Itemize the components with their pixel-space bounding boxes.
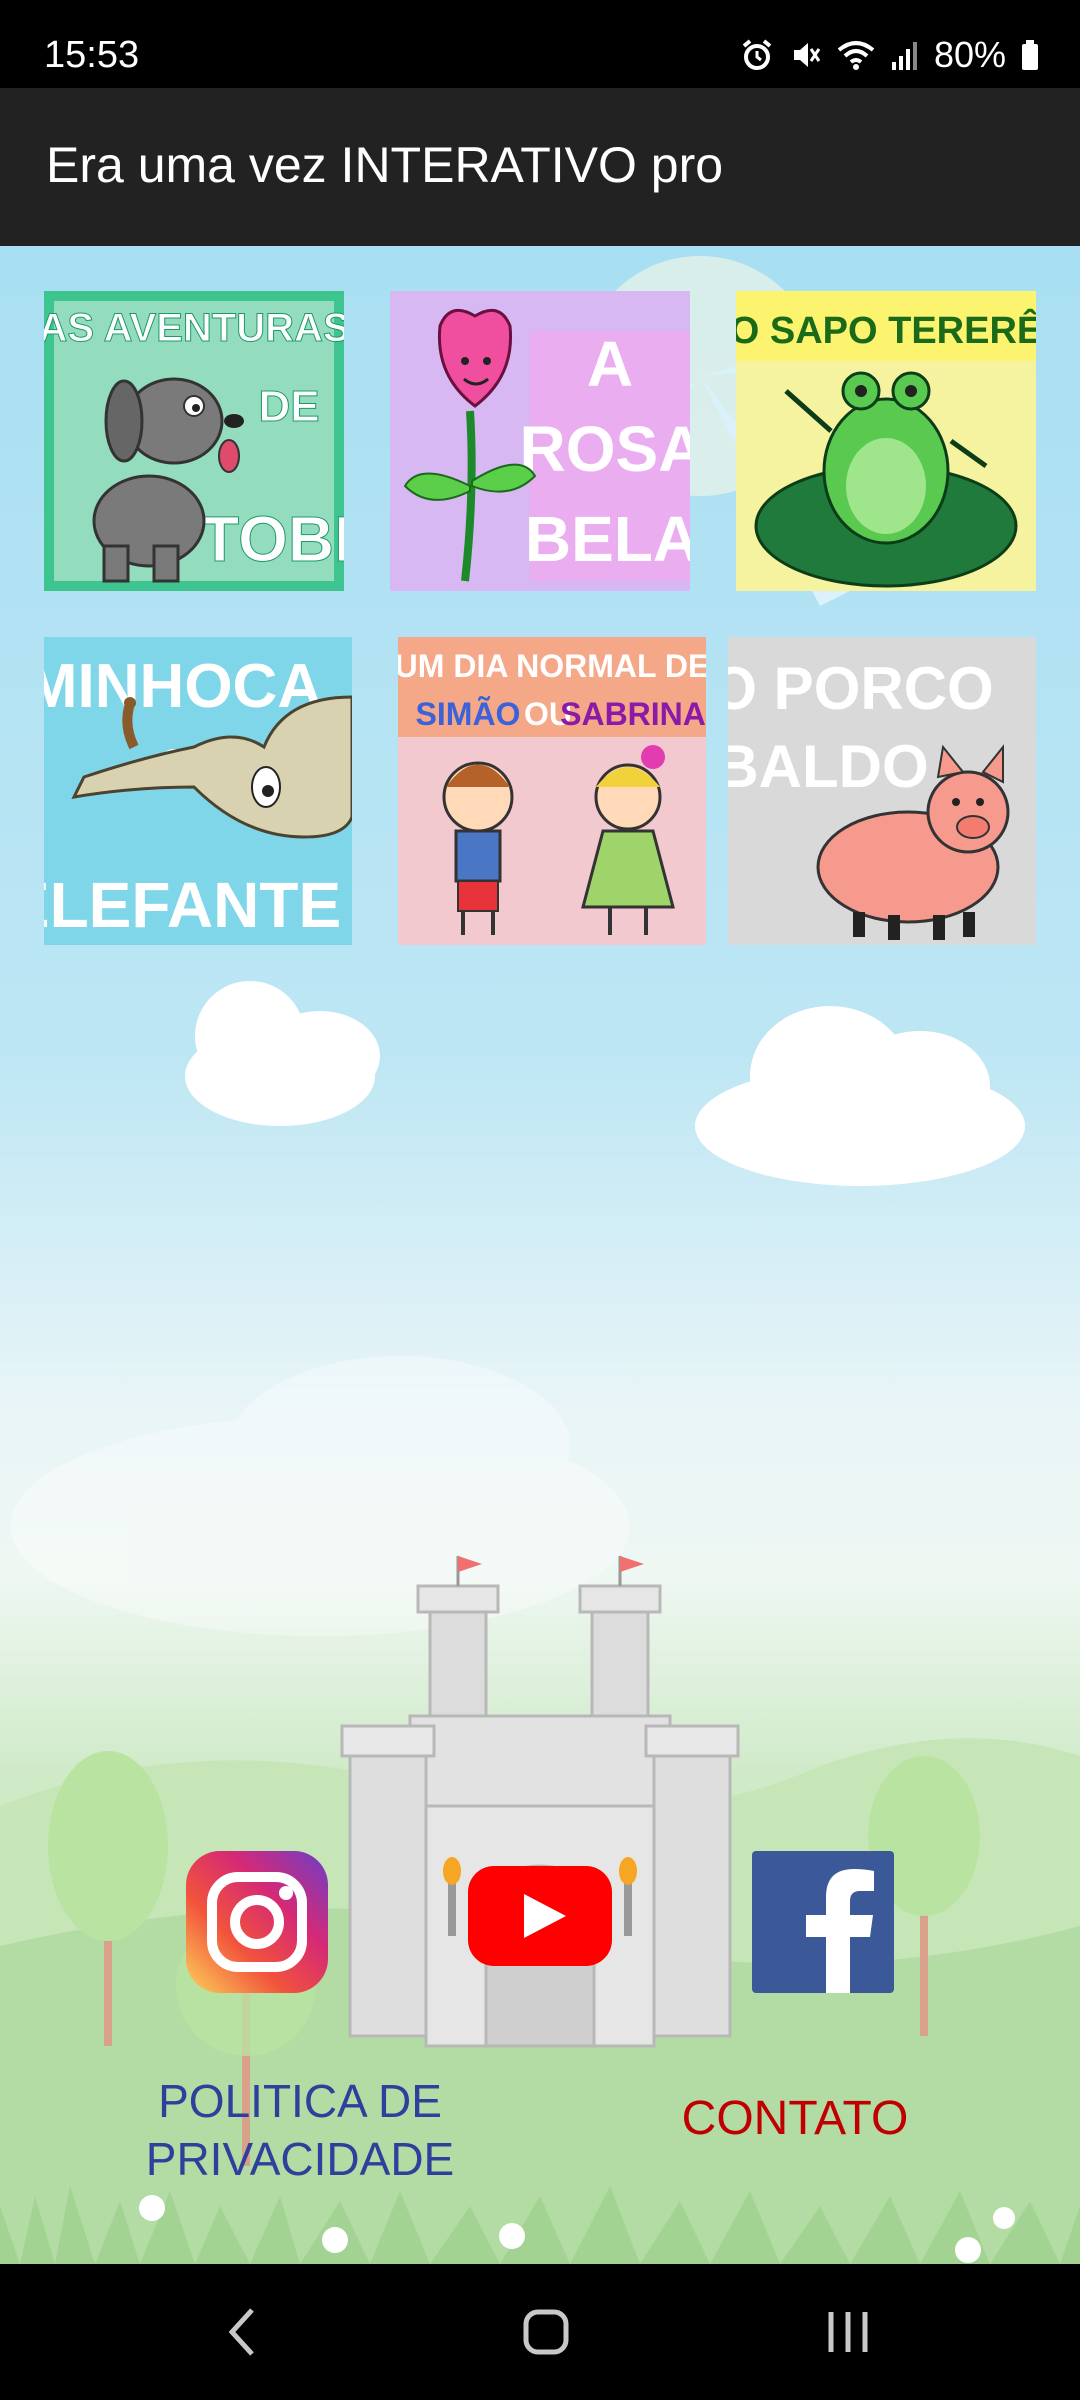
- tile-title-line: ROSA: [520, 413, 690, 485]
- privacy-policy-line: PRIVACIDADE: [145, 2133, 455, 2185]
- battery-icon: [1022, 40, 1038, 70]
- tile-title-line: MINHOCA: [44, 652, 322, 721]
- privacy-policy-line: POLITICA DE: [158, 2075, 442, 2127]
- app-title: Era uma vez INTERATIVO pro: [46, 137, 724, 193]
- youtube-icon: [468, 1866, 612, 1966]
- tile-title-line: SIMÃO: [416, 696, 521, 732]
- tile-title-line: DE: [258, 382, 319, 431]
- back-icon: [228, 2308, 254, 2356]
- home-icon: [523, 2309, 569, 2355]
- signal-icon: [891, 42, 917, 70]
- mute-icon: [793, 43, 821, 67]
- story-tile-simao-sabrina[interactable]: UM DIA NORMAL DE SIMÃO OU SABRINA: [398, 637, 706, 945]
- back-button[interactable]: [172, 2264, 312, 2400]
- tile-title-line: AS AVENTURAS: [44, 306, 344, 350]
- story-tile-porco-baldo[interactable]: O PORCO BALDO: [728, 637, 1036, 945]
- alarm-icon: [742, 39, 772, 70]
- youtube-button[interactable]: [468, 1866, 612, 1966]
- recents-button[interactable]: [778, 2264, 918, 2400]
- story-tile-minhoca-elefante[interactable]: MINHOCA OU ELEFANTE: [44, 637, 352, 945]
- app-bar: Era uma vez INTERATIVO pro: [0, 88, 1080, 246]
- recents-icon: [828, 2312, 868, 2352]
- cloud: [695, 1006, 1025, 1186]
- status-bar: 15:53 80%: [0, 0, 1080, 88]
- cloud: [10, 1356, 630, 1636]
- instagram-button[interactable]: [186, 1851, 328, 1993]
- tile-title-line: BALDO: [728, 733, 929, 800]
- tile-title-line: A: [587, 328, 633, 400]
- facebook-button[interactable]: [752, 1851, 894, 1993]
- wifi-icon: [837, 41, 875, 70]
- story-tile-rosa-bela[interactable]: A ROSA BELA: [390, 291, 690, 591]
- tile-title-line: O PORCO: [728, 655, 994, 722]
- system-nav-bar: [0, 2264, 1080, 2400]
- story-tile-tobi[interactable]: AS AVENTURAS DE TOBI: [44, 291, 344, 591]
- contact-link[interactable]: CONTATO: [640, 2090, 950, 2148]
- tile-title-line: TOBI: [200, 503, 344, 575]
- home-button[interactable]: [476, 2264, 616, 2400]
- tile-title-line: ELEFANTE: [44, 869, 341, 941]
- tile-title-line: O SAPO TERERÊ: [736, 308, 1036, 352]
- status-icons: 80%: [740, 34, 1040, 76]
- instagram-icon: [186, 1851, 328, 1993]
- tile-title-line: BELA: [525, 503, 690, 575]
- battery-percent: 80%: [933, 34, 1006, 75]
- story-tile-sapo-terere[interactable]: O SAPO TERERÊ: [736, 291, 1036, 591]
- cloud: [185, 981, 380, 1126]
- tile-title-line: UM DIA NORMAL DE: [398, 648, 706, 684]
- tile-title-line: SABRINA: [560, 696, 706, 732]
- facebook-icon: [752, 1851, 894, 1993]
- privacy-policy-link[interactable]: POLITICA DE PRIVACIDADE: [120, 2072, 480, 2188]
- status-time: 15:53: [44, 34, 140, 76]
- main-content: AS AVENTURAS DE TOBI A ROSA BELA O SAPO …: [0, 246, 1080, 2264]
